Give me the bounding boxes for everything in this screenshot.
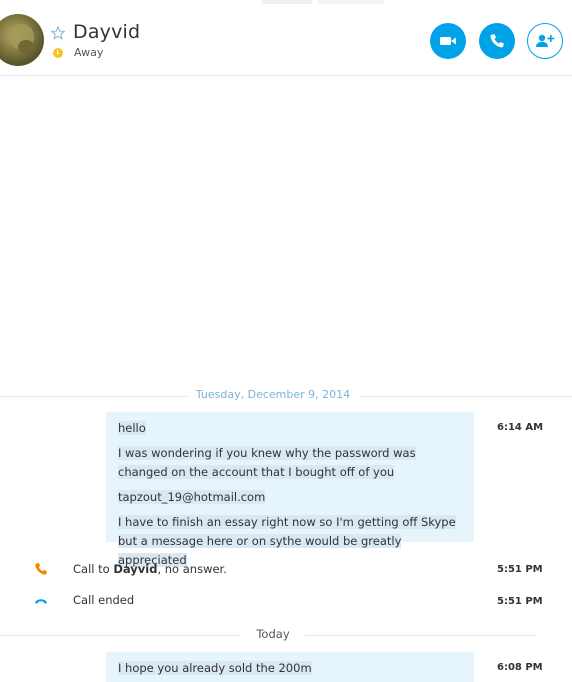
video-camera-icon [440,37,456,45]
add-person-icon [536,34,555,47]
caller-name[interactable]: Dayvid [113,562,157,576]
divider-line [0,635,241,636]
divider-line [0,396,187,397]
video-call-button[interactable] [430,23,466,59]
top-tab[interactable] [262,0,312,4]
message-bubble[interactable]: I hope you already sold the 200m [106,652,474,682]
contact-status: Away [74,46,104,59]
divider-line [359,396,572,397]
message-timestamp: 6:14 AM [497,422,544,433]
message-line: hello [118,421,146,435]
message-line: I hope you already sold the 200m [118,661,312,675]
event-timestamp: 5:51 PM [497,564,543,575]
favorite-star-icon[interactable] [51,26,65,40]
avatar[interactable] [0,14,44,66]
missed-call-icon [35,563,47,575]
date-divider: Today [0,627,572,643]
avatar-image-detail [18,40,34,54]
message-line: tapzout_19@hotmail.com [118,490,266,504]
message-bubble[interactable]: hello I was wondering if you knew why th… [106,412,474,567]
audio-call-button[interactable] [479,23,515,59]
date-label: Today [256,627,290,641]
event-timestamp: 5:51 PM [497,596,543,607]
away-status-icon [53,48,63,58]
add-people-button[interactable] [527,23,563,59]
top-tab[interactable] [318,0,384,4]
divider-line [305,635,536,636]
contact-name[interactable]: Dayvid [73,21,140,43]
date-divider: Tuesday, December 9, 2014 [0,388,572,404]
phone-icon [490,34,504,48]
conversation-header: Dayvid Away [0,6,572,76]
call-event-text: Call ended [73,593,135,607]
message-timestamp: 6:08 PM [497,662,543,673]
message-line: I was wondering if you knew why the pass… [118,446,416,479]
date-label: Tuesday, December 9, 2014 [195,388,351,401]
call-event-text: Call to Dayvid, no answer. [73,562,227,576]
call-ended-icon [35,599,47,604]
